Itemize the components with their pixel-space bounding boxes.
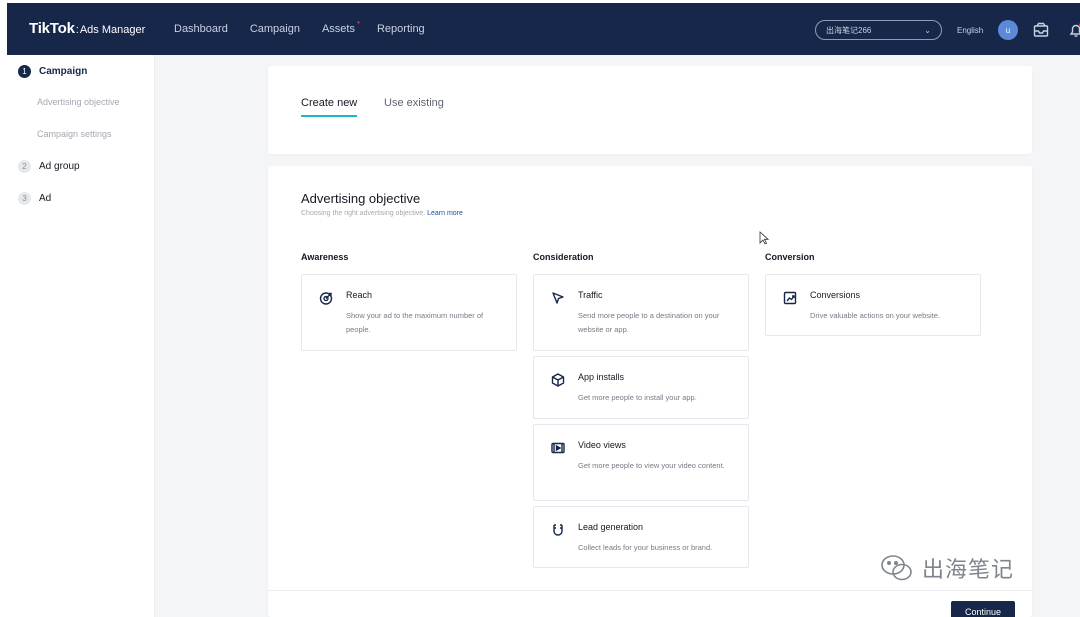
bell-icon[interactable] <box>1067 21 1080 39</box>
step-number: 1 <box>18 65 31 78</box>
nav-dashboard[interactable]: Dashboard <box>174 23 228 35</box>
tiktok-ads-manager-logo[interactable]: TikTok : Ads Manager <box>29 20 145 37</box>
step-number: 2 <box>18 160 31 173</box>
top-navbar: TikTok : Ads Manager Dashboard Campaign … <box>0 0 1080 55</box>
advertising-objective-card: Advertising objective Choosing the right… <box>268 166 1032 617</box>
main-nav: Dashboard Campaign Assets • Reporting <box>174 3 447 55</box>
option-title: Lead generation <box>578 522 644 532</box>
option-desc: Drive valuable actions on your website. <box>810 311 941 320</box>
option-desc: Get more people to view your video conte… <box>578 461 725 470</box>
mouse-cursor-icon <box>759 231 769 245</box>
step-ad-group[interactable]: 2 Ad group <box>18 160 80 173</box>
tab-create-new[interactable]: Create new <box>301 97 358 117</box>
account-name: 出海笔记266 <box>826 25 872 35</box>
cube-icon <box>551 373 565 387</box>
option-desc: Send more people to a destination on you… <box>578 311 720 334</box>
column-consideration: Consideration <box>533 252 594 262</box>
nav-assets[interactable]: Assets • <box>321 18 360 35</box>
cursor-arrow-icon <box>552 292 564 304</box>
objective-option-traffic[interactable]: Traffic Send more people to a destinatio… <box>533 274 749 351</box>
objective-option-conversions[interactable]: Conversions Drive valuable actions on yo… <box>765 274 981 336</box>
message-box-icon[interactable] <box>1032 21 1050 39</box>
option-title: Conversions <box>810 290 861 300</box>
logo-sub: Ads Manager <box>79 24 146 36</box>
watermark: 出海笔记 <box>880 552 1014 584</box>
step-number: 3 <box>18 192 31 205</box>
video-icon <box>551 442 565 454</box>
nav-campaign[interactable]: Campaign <box>250 23 300 35</box>
wechat-icon <box>881 555 912 581</box>
logo-separator: : <box>75 24 79 36</box>
footer-divider <box>268 590 1032 591</box>
objective-option-reach[interactable]: Reach Show your ad to the maximum number… <box>301 274 517 351</box>
step-label: Campaign <box>39 66 88 77</box>
language-switch[interactable]: English <box>957 26 983 35</box>
option-title: App installs <box>578 372 625 382</box>
objective-option-video-views[interactable]: Video views Get more people to view your… <box>533 424 749 501</box>
objective-option-app-installs[interactable]: App installs Get more people to install … <box>533 356 749 419</box>
column-conversion: Conversion <box>765 252 815 262</box>
column-awareness: Awareness <box>301 252 349 262</box>
option-desc: Get more people to install your app. <box>578 393 697 402</box>
account-selector[interactable]: 出海笔记266 ⌄ <box>815 20 942 40</box>
nav-assets-dot: • <box>357 18 360 27</box>
magnet-icon <box>553 524 563 536</box>
objective-option-lead-generation[interactable]: Lead generation Collect leads for your b… <box>533 506 749 568</box>
step-label: Ad group <box>39 161 80 172</box>
option-title: Video views <box>578 440 626 450</box>
logo-main: TikTok <box>29 20 75 37</box>
chart-up-icon <box>783 291 797 305</box>
avatar[interactable]: u <box>998 20 1018 40</box>
section-title: Advertising objective <box>301 191 421 206</box>
step-campaign[interactable]: 1 Campaign <box>18 65 87 78</box>
section-subtitle: Choosing the right advertising objective… <box>301 210 463 217</box>
subtitle-text: Choosing the right advertising objective… <box>301 210 426 217</box>
target-icon <box>319 292 333 305</box>
campaign-steps-sidebar: 1 Campaign Advertising objective Campaig… <box>0 55 155 617</box>
tab-use-existing[interactable]: Use existing <box>384 97 444 109</box>
option-title: Reach <box>346 290 373 300</box>
option-desc: Collect leads for your business or brand… <box>578 543 713 552</box>
substep-advertising-objective[interactable]: Advertising objective <box>37 97 120 107</box>
option-desc: Show your ad to the maximum number of pe… <box>346 311 484 334</box>
nav-reporting[interactable]: Reporting <box>377 23 425 35</box>
campaign-source-card: Create new Use existing <box>268 66 1032 154</box>
substep-campaign-settings[interactable]: Campaign settings <box>37 129 112 139</box>
step-label: Ad <box>39 193 52 204</box>
watermark-text: 出海笔记 <box>922 558 1015 583</box>
learn-more-link[interactable]: Learn more <box>427 210 463 217</box>
nav-assets-label: Assets <box>321 23 355 35</box>
option-title: Traffic <box>578 290 603 300</box>
continue-button[interactable]: Continue <box>951 601 1015 617</box>
chevron-down-icon: ⌄ <box>924 25 931 35</box>
step-ad[interactable]: 3 Ad <box>18 192 51 205</box>
